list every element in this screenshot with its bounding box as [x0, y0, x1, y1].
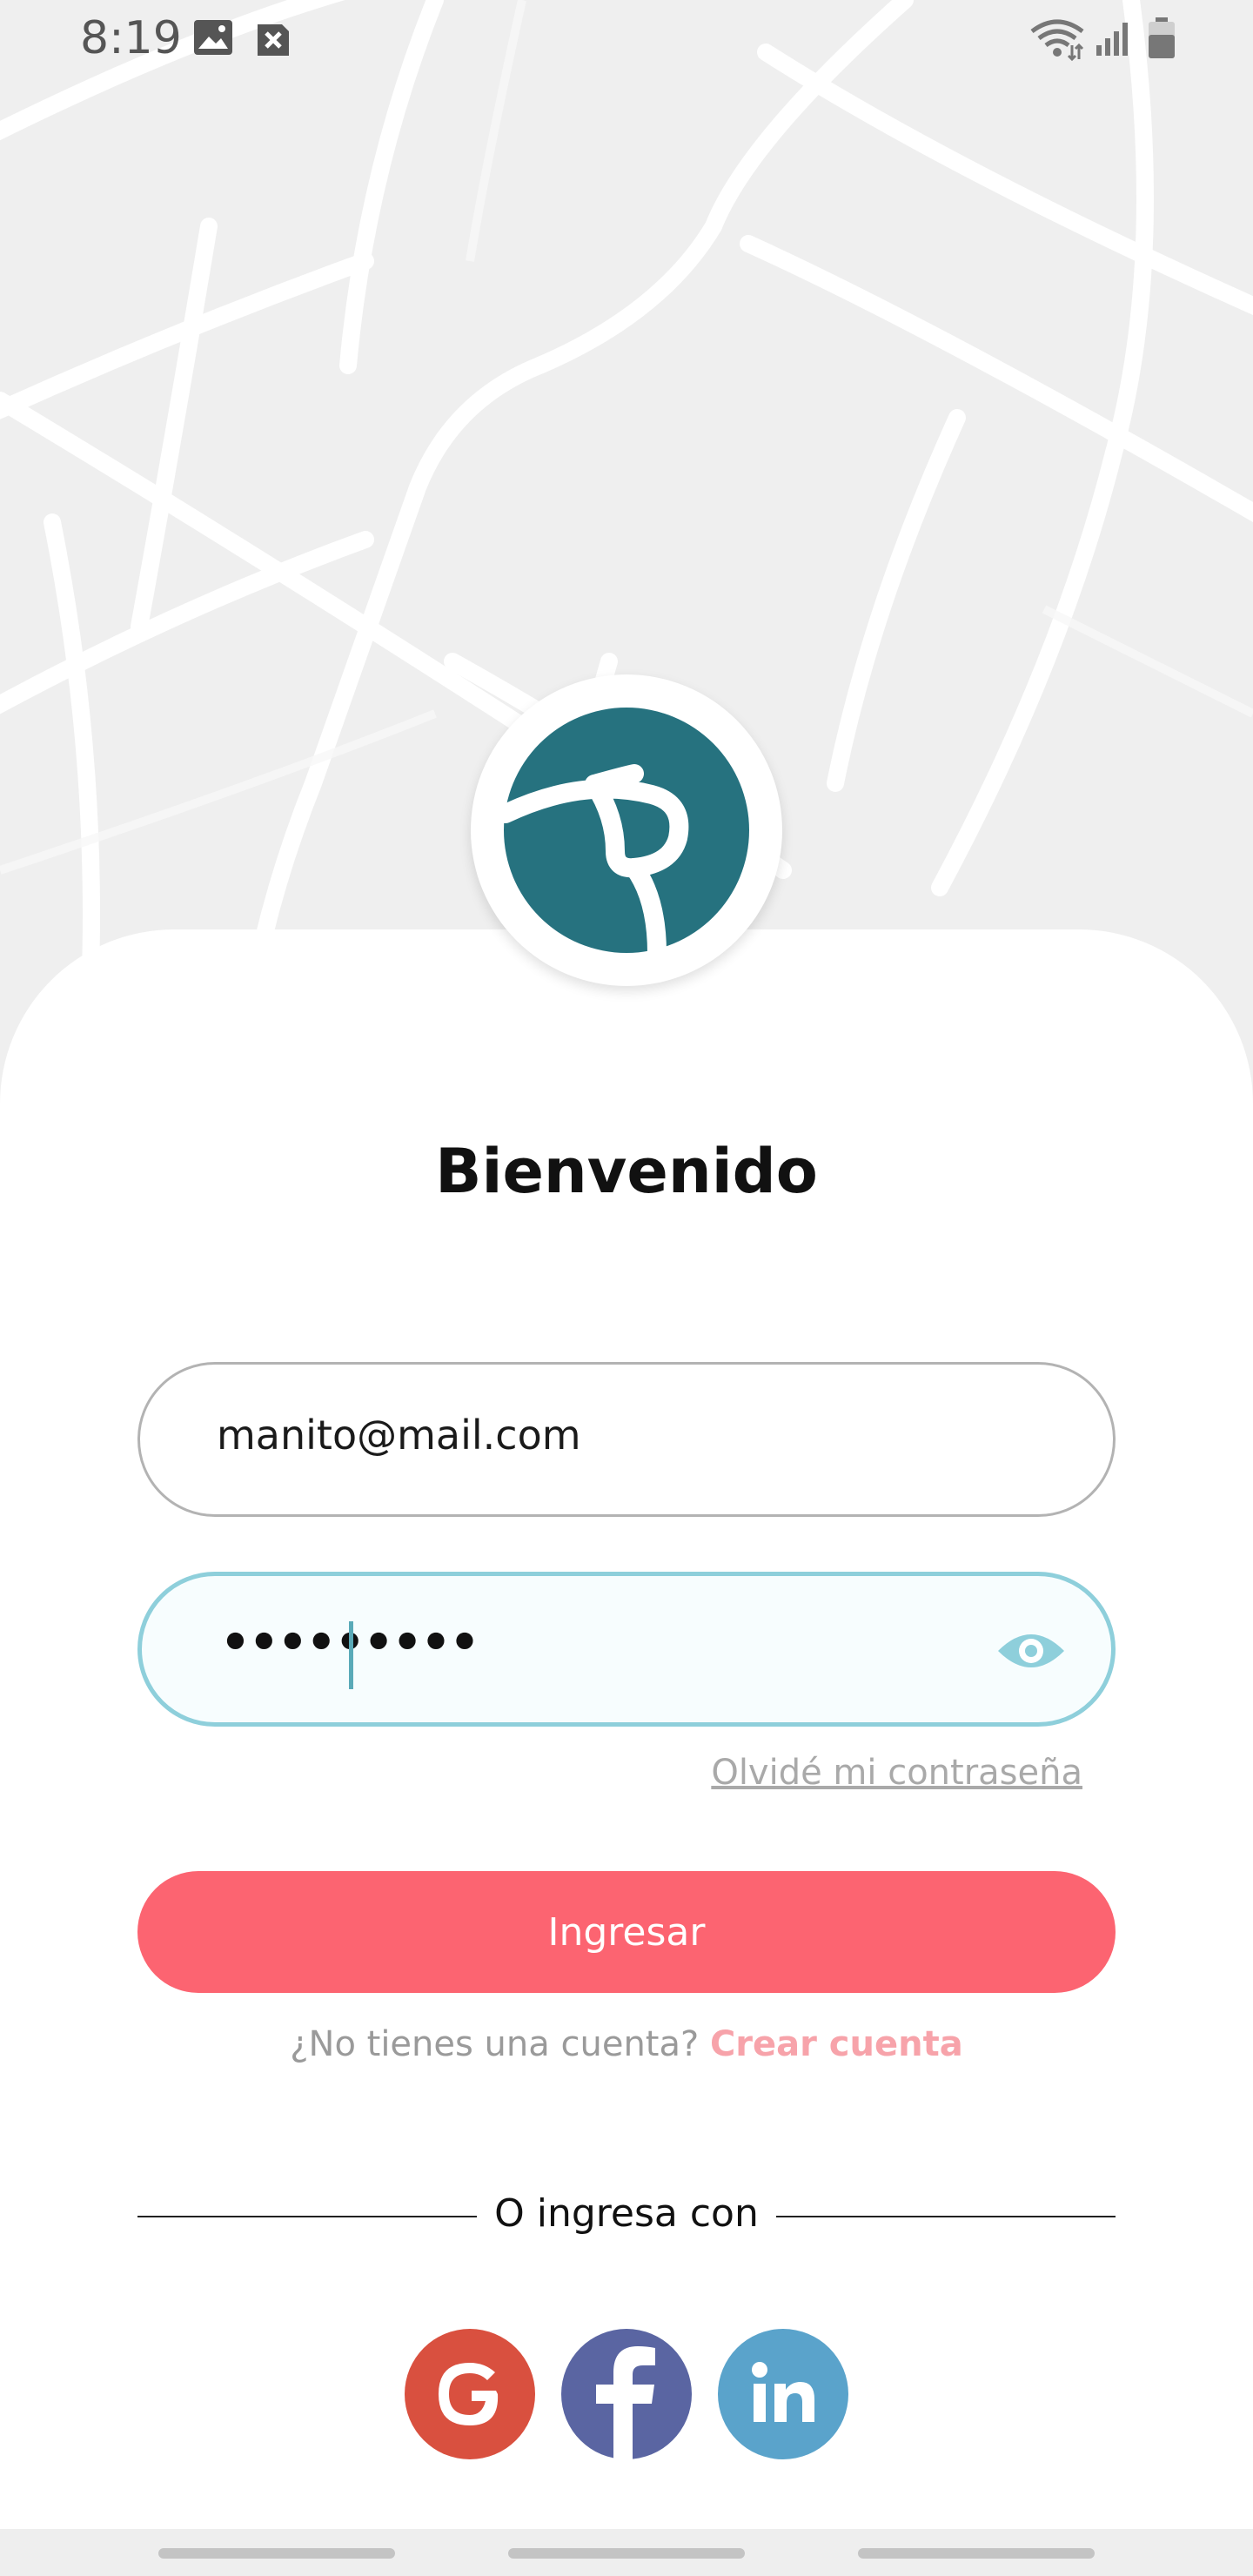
page-title: Bienvenido	[435, 1136, 818, 1207]
signal-icon	[1096, 23, 1128, 56]
google-login-button[interactable]	[405, 2329, 535, 2459]
login-screen: 8:19 Bienvenido manito@mail.com ••••••••…	[0, 0, 1253, 2576]
email-value: manito@mail.com	[217, 1412, 581, 1459]
password-field[interactable]: •••••••••	[137, 1572, 1116, 1727]
facebook-login-button[interactable]	[561, 2329, 692, 2459]
login-button[interactable]: Ingresar	[137, 1871, 1116, 1993]
create-account-link[interactable]: Crear cuenta	[710, 2024, 963, 2064]
brand-logo-icon	[504, 708, 749, 953]
wifi-icon	[1030, 19, 1084, 61]
password-value: •••••••••	[218, 1609, 481, 1676]
divider-text: O ingresa con	[480, 2191, 773, 2236]
close-box-icon	[258, 24, 289, 56]
status-bar: 8:19	[0, 0, 1253, 78]
battery-icon	[1149, 17, 1175, 58]
facebook-icon	[596, 2346, 655, 2459]
signup-question: ¿No tienes una cuenta?	[290, 2024, 700, 2064]
nav-recent-button[interactable]	[158, 2548, 395, 2559]
status-time: 8:19	[80, 12, 182, 64]
linkedin-icon	[752, 2362, 814, 2422]
system-nav-bar	[0, 2529, 1253, 2576]
eye-icon[interactable]	[995, 1625, 1068, 1677]
nav-back-button[interactable]	[858, 2548, 1095, 2559]
google-icon	[439, 2363, 499, 2425]
forgot-password-link[interactable]: Olvidé mi contraseña	[711, 1753, 1082, 1793]
image-icon	[194, 20, 232, 55]
social-divider: O ingresa con	[137, 2191, 1116, 2240]
email-field[interactable]: manito@mail.com	[137, 1362, 1116, 1517]
nav-home-button[interactable]	[508, 2548, 745, 2559]
signup-prompt: ¿No tienes una cuenta? Crear cuenta	[0, 2024, 1253, 2064]
text-caret	[349, 1621, 353, 1689]
linkedin-login-button[interactable]	[718, 2329, 848, 2459]
logo-container	[471, 674, 782, 986]
